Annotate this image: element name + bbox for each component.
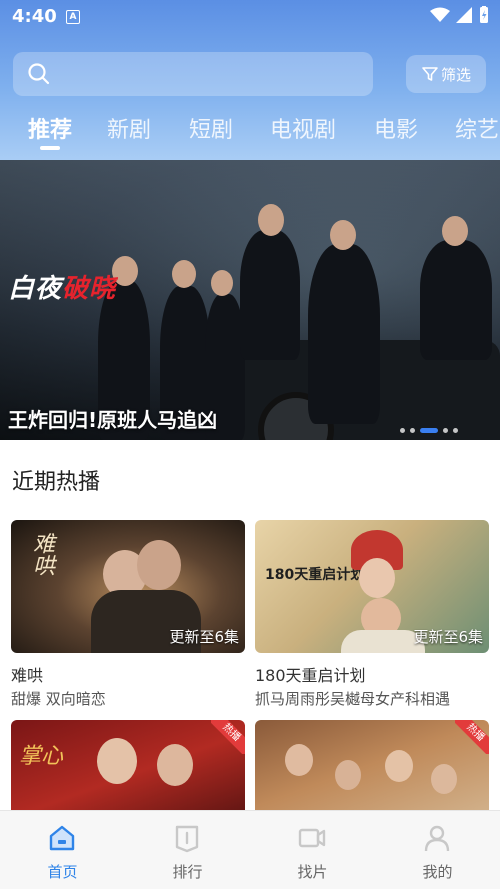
banner-figure-head (442, 216, 468, 246)
tab-new-drama[interactable]: 新剧 (107, 112, 151, 144)
nav-ranking-label: 排行 (172, 863, 203, 881)
banner-logo-white: 白夜 (8, 274, 63, 304)
nav-home[interactable]: 首页 (0, 811, 125, 889)
search-icon (28, 63, 50, 85)
thumbnail-figure (157, 744, 193, 786)
battery-icon (480, 6, 488, 23)
signal-icon (456, 7, 472, 23)
tab-variety[interactable]: 综艺 (455, 112, 499, 144)
top-header: 4:40 A 筛选 推荐 新剧 短剧 电视剧 电影 综艺 (0, 0, 500, 160)
hot-tag-label: 热播 (211, 720, 245, 754)
show-description: 抓马周雨彤吴樾母女产科相遇 (255, 690, 451, 708)
show-card-180-days[interactable]: 180天重启计划 更新至6集 180天重启计划 抓马周雨彤吴樾母女产科相遇 (255, 520, 489, 709)
tab-recommend[interactable]: 推荐 (28, 112, 72, 144)
thumbnail-figure (97, 738, 137, 784)
pagination-dot[interactable] (400, 428, 405, 433)
thumbnail-figure (285, 744, 313, 776)
filter-button[interactable]: 筛选 (406, 55, 486, 93)
active-tab-indicator (40, 146, 60, 150)
banner-figure-head (211, 270, 233, 296)
show-card-nanhong[interactable]: 难哄 更新至6集 难哄 甜爆 双向暗恋 (11, 520, 245, 709)
show-title: 180天重启计划 (255, 666, 366, 685)
tab-movies[interactable]: 电影 (374, 112, 418, 144)
nav-find-shows-label: 找片 (297, 863, 328, 881)
nav-profile[interactable]: 我的 (375, 811, 500, 889)
profile-icon (424, 825, 450, 852)
pagination-dot-active[interactable] (420, 428, 438, 433)
home-icon (49, 825, 75, 851)
tab-tv-series[interactable]: 电视剧 (270, 112, 336, 144)
banner-figure-head (330, 220, 356, 250)
nav-home-label: 首页 (47, 863, 78, 881)
system-icons (430, 6, 490, 24)
video-camera-icon (298, 828, 326, 848)
episode-update-label: 更新至6集 (169, 628, 239, 646)
featured-banner[interactable]: 白夜破晓 (0, 160, 500, 440)
nav-ranking[interactable]: 排行 (125, 811, 250, 889)
tab-short-drama[interactable]: 短剧 (189, 112, 233, 144)
show-title: 难哄 (11, 666, 44, 685)
banner-show-logo: 白夜破晓 (8, 268, 116, 305)
bottom-navigation: 首页 排行 找片 我的 (0, 810, 500, 889)
nav-find-shows[interactable]: 找片 (250, 811, 375, 889)
status-bar: 4:40 A (0, 0, 500, 34)
banner-figure-head (258, 204, 284, 236)
category-tabs: 推荐 新剧 短剧 电视剧 电影 综艺 (0, 108, 500, 156)
hot-tag-label: 热播 (455, 720, 489, 754)
filter-icon (422, 67, 438, 81)
show-description: 甜爆 双向暗恋 (11, 690, 106, 708)
thumbnail-logo: 掌心 (19, 744, 64, 769)
banner-logo-red: 破晓 (62, 274, 117, 304)
notification-a-icon: A (66, 10, 80, 24)
thumbnail-logo: 180天重启计划 (265, 567, 365, 583)
thumbnail-figure (335, 760, 361, 790)
thumbnail-figure (385, 750, 413, 782)
banner-figure (420, 240, 492, 360)
banner-figure (240, 230, 300, 360)
episode-update-label: 更新至6集 (413, 628, 483, 646)
thumbnail-figure (431, 764, 457, 794)
filter-label: 筛选 (440, 65, 471, 84)
banner-pagination (400, 428, 458, 433)
banner-title: 王炸回归!原班人马追凶 (8, 408, 218, 432)
pagination-dot[interactable] (443, 428, 448, 433)
search-bar[interactable] (13, 52, 373, 96)
thumbnail-figure (137, 540, 181, 590)
pagination-dot[interactable] (453, 428, 458, 433)
status-time: 4:40 (12, 6, 57, 27)
banner-figure (308, 244, 380, 424)
pagination-dot[interactable] (410, 428, 415, 433)
show-thumbnail: 难哄 更新至6集 (11, 520, 245, 653)
nav-profile-label: 我的 (422, 863, 453, 881)
banner-figure-head (172, 260, 196, 288)
section-title: 近期热播 (12, 470, 101, 495)
wifi-icon (430, 7, 450, 22)
show-thumbnail: 180天重启计划 更新至6集 (255, 520, 489, 653)
ranking-icon (175, 825, 199, 853)
thumbnail-figure (359, 558, 395, 598)
thumbnail-logo: 难哄 (29, 532, 54, 576)
hot-tag: 热播 (455, 720, 489, 754)
hot-tag: 热播 (211, 720, 245, 754)
